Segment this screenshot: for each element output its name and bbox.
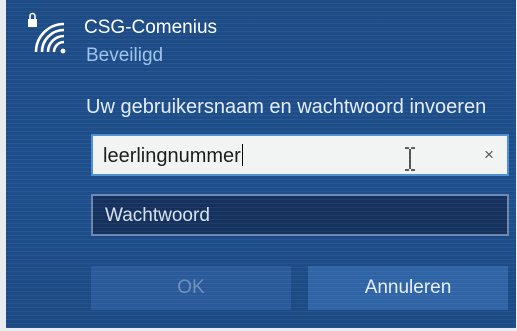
ok-button[interactable]: OK (91, 266, 291, 310)
clear-input-icon[interactable]: × (479, 145, 499, 165)
password-placeholder: Wachtwoord (105, 205, 210, 226)
network-security-status: Beveiligd (86, 45, 164, 66)
text-caret (241, 144, 243, 166)
wifi-secured-icon (28, 12, 66, 54)
username-value-wrapper: leerlingnummer (103, 144, 243, 168)
network-name: CSG-Comenius (84, 17, 218, 38)
ibeam-cursor-icon (405, 147, 415, 171)
username-value: leerlingnummer (103, 145, 241, 167)
wifi-login-dialog: CSG-Comenius Beveiligd Uw gebruikersnaam… (6, 0, 516, 328)
credentials-prompt: Uw gebruikersnaam en wachtwoord invoeren (86, 96, 487, 118)
username-input[interactable]: leerlingnummer × (91, 134, 509, 176)
password-input[interactable]: Wachtwoord (91, 194, 509, 236)
cancel-button[interactable]: Annuleren (308, 266, 508, 310)
